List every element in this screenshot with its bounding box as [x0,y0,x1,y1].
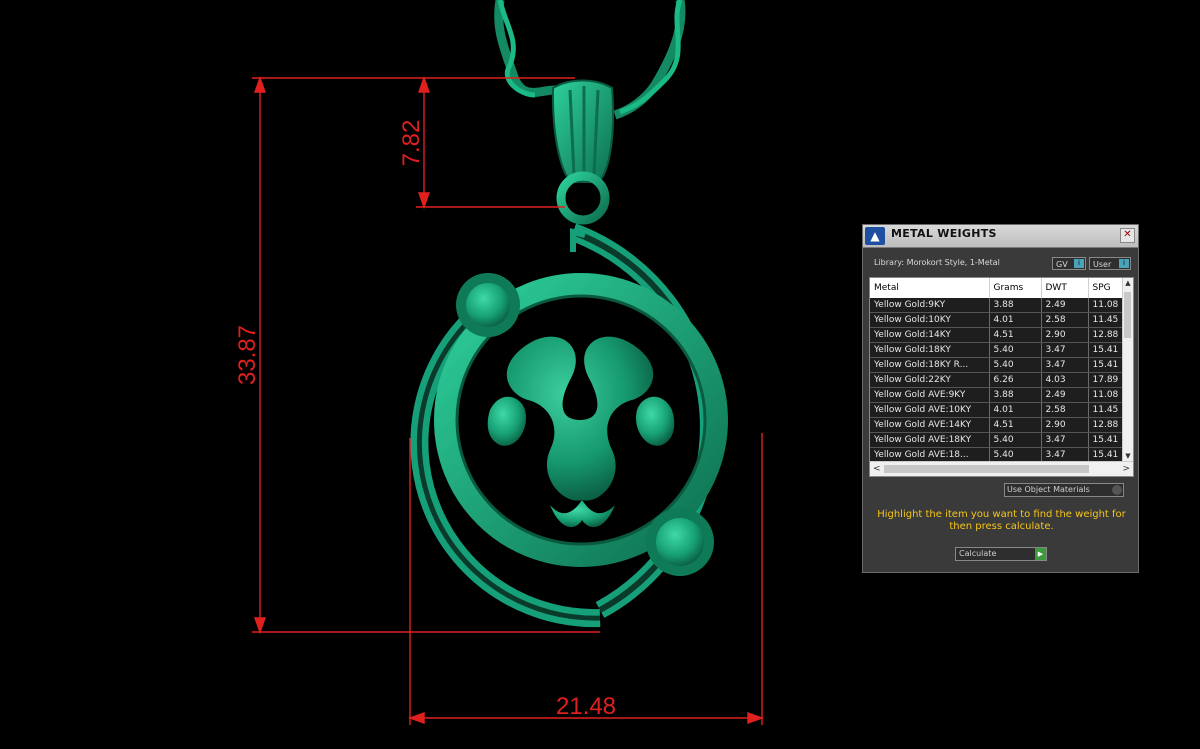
table-cell: Yellow Gold:22KY [870,372,990,388]
horizontal-scrollbar[interactable]: < > [870,461,1133,476]
table-row[interactable]: Yellow Gold AVE:18KY 5.40 3.47 15.41 [870,432,1126,448]
column-header[interactable]: SPG [1088,278,1126,298]
play-icon: ▶ [1035,548,1046,560]
table-cell: Yellow Gold:18KY [870,342,990,358]
table-header-row: Metal Grams DWT SPG [870,278,1126,298]
table-cell: 2.49 [1041,298,1089,313]
gem-top-left [456,273,520,337]
table-cell: 15.41 [1088,357,1126,373]
table-cell: Yellow Gold AVE:9KY [870,387,990,403]
table-cell: Yellow Gold:18KY R... [870,357,990,373]
table-row[interactable]: Yellow Gold:10KY 4.01 2.58 11.45 [870,312,1126,328]
width-label: 21.48 [556,693,616,720]
serpent-motif [487,336,675,528]
instruction-text: Highlight the item you want to find the … [877,509,1126,532]
table-row[interactable]: Yellow Gold:22KY 6.26 4.03 17.89 [870,372,1126,388]
table-cell: 4.01 [989,402,1042,418]
table-cell: 3.47 [1041,432,1089,448]
table-row[interactable]: Yellow Gold AVE:14KY 4.51 2.90 12.88 [870,417,1126,433]
table-cell: 6.26 [989,372,1042,388]
table-cell: Yellow Gold AVE:14KY [870,417,990,433]
metal-weights-panel: ▲ METAL WEIGHTS ✕ Library: Morokort Styl… [862,224,1139,573]
table-cell: 11.08 [1088,387,1126,403]
user-toggle[interactable]: User i [1089,257,1131,270]
table-cell: 5.40 [989,357,1042,373]
table-cell: 11.45 [1088,312,1126,328]
column-header[interactable]: DWT [1041,278,1089,298]
table-cell: 5.40 [989,342,1042,358]
bail [551,79,615,225]
table-row[interactable]: Yellow Gold:9KY 3.88 2.49 11.08 [870,298,1126,313]
table-cell: 5.40 [989,432,1042,448]
scroll-thumb[interactable] [884,465,1089,473]
bail-height-label: 7.82 [398,120,425,167]
table-cell: Yellow Gold:14KY [870,327,990,343]
table-cell: 17.89 [1088,372,1126,388]
table-cell: 4.51 [989,327,1042,343]
table-cell: 15.41 [1088,432,1126,448]
vertical-scrollbar[interactable]: ▲ ▼ [1122,278,1133,461]
table-cell: 3.47 [1041,357,1089,373]
scroll-up-icon[interactable]: ▲ [1123,279,1133,287]
table-cell: Yellow Gold AVE:10KY [870,402,990,418]
table-cell: 12.88 [1088,417,1126,433]
column-header[interactable]: Grams [989,278,1042,298]
scroll-down-icon[interactable]: ▼ [1123,452,1133,460]
user-toggle-label: User [1093,260,1112,269]
table-cell: 2.58 [1041,312,1089,328]
table-row[interactable]: Yellow Gold:18KY R... 5.40 3.47 15.41 [870,357,1126,373]
table-cell: Yellow Gold AVE:18KY [870,432,990,448]
scroll-right-icon[interactable]: > [1122,462,1130,476]
gem-bottom-right [646,508,714,576]
table-cell: 11.45 [1088,402,1126,418]
scroll-left-icon[interactable]: < [873,462,881,476]
table-cell: Yellow Gold:9KY [870,298,990,313]
panel-title: METAL WEIGHTS [891,227,997,240]
height-total-label: 33.87 [234,325,261,385]
table-row[interactable]: Yellow Gold AVE:10KY 4.01 2.58 11.45 [870,402,1126,418]
calculate-button[interactable]: Calculate ▶ [955,547,1047,561]
table-cell: Yellow Gold:10KY [870,312,990,328]
options-icon[interactable] [1112,485,1122,495]
table-cell: 3.47 [1041,342,1089,358]
table-cell: 11.08 [1088,298,1126,313]
library-label: Library: Morokort Style, 1-Metal [874,258,1000,267]
metal-table[interactable]: Metal Grams DWT SPG Yellow Gold:9KY 3.88 2… [869,277,1134,477]
table-cell: 12.88 [1088,327,1126,343]
table-row[interactable]: Yellow Gold:18KY 5.40 3.47 15.41 [870,342,1126,358]
app-logo-icon: ▲ [865,227,885,245]
use-object-materials-field[interactable]: Use Object Materials [1004,483,1124,497]
use-object-materials-label: Use Object Materials [1007,485,1090,494]
table-cell: 2.90 [1041,417,1089,433]
table-cell: 3.88 [989,387,1042,403]
close-icon: ✕ [1123,229,1132,240]
table-cell: 4.01 [989,312,1042,328]
scroll-thumb[interactable] [1124,292,1131,338]
table-cell: 4.51 [989,417,1042,433]
table-cell: 2.90 [1041,327,1089,343]
table-cell: 4.03 [1041,372,1089,388]
close-button[interactable]: ✕ [1120,228,1135,243]
table-cell: 15.41 [1088,342,1126,358]
info-icon: i [1074,259,1084,268]
info-icon: i [1119,259,1129,268]
table-cell: 3.88 [989,298,1042,313]
table-cell: 2.49 [1041,387,1089,403]
gv-toggle[interactable]: GV i [1052,257,1086,270]
table-row[interactable]: Yellow Gold:14KY 4.51 2.90 12.88 [870,327,1126,343]
table-cell: 2.58 [1041,402,1089,418]
gv-toggle-label: GV [1056,260,1068,269]
table-row[interactable]: Yellow Gold AVE:9KY 3.88 2.49 11.08 [870,387,1126,403]
column-header[interactable]: Metal [870,278,990,298]
panel-titlebar[interactable]: ▲ METAL WEIGHTS ✕ [863,225,1138,248]
calculate-label: Calculate [959,549,997,558]
